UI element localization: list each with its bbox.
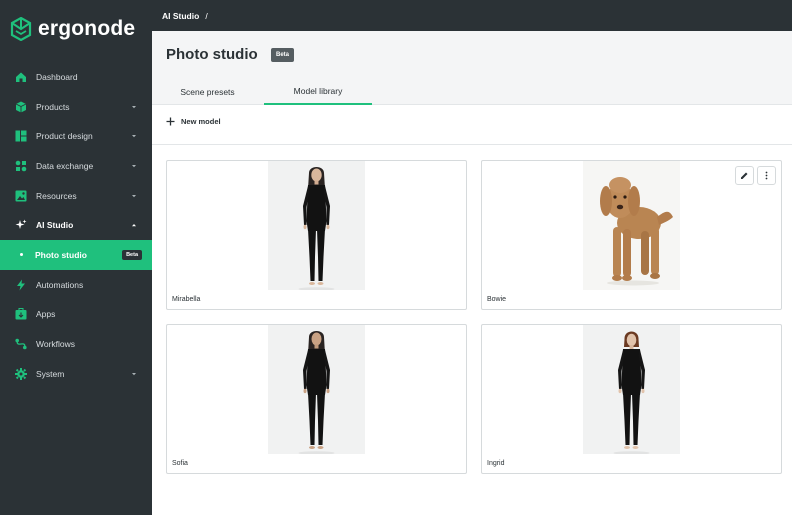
model-card[interactable]: Mirabella [166, 160, 467, 310]
pencil-icon [741, 172, 748, 179]
chevron-down-icon [132, 135, 136, 138]
model-name: Ingrid [487, 460, 505, 467]
sidebar-item-label: Workflows [36, 339, 76, 350]
chevron-up-icon [132, 224, 136, 227]
sidebar-item-automations[interactable]: Automations [0, 270, 152, 300]
sidebar-item-label: System [36, 368, 65, 379]
sidebar-nav: Dashboard Products Product design Data e… [0, 62, 152, 389]
edit-button[interactable] [735, 166, 754, 185]
page-title: Photo studio [166, 46, 258, 63]
sidebar-item-label: AI Studio [36, 220, 74, 231]
page-header: Photo studio Beta Scene presets Model li… [152, 31, 792, 105]
logo-text: ergonode [38, 17, 136, 40]
layout-icon [14, 130, 27, 143]
breadcrumb-ai-studio[interactable]: AI Studio [162, 11, 199, 21]
exchange-icon [14, 159, 27, 172]
sidebar-item-label: Apps [36, 309, 56, 320]
chevron-down-icon [132, 194, 136, 197]
sidebar-item-system[interactable]: System [0, 359, 152, 389]
ergonode-logo-icon [10, 17, 32, 41]
home-icon [14, 70, 27, 83]
sidebar-item-data-exchange[interactable]: Data exchange [0, 151, 152, 181]
sidebar-item-product-design[interactable]: Product design [0, 121, 152, 151]
image-icon [14, 189, 27, 202]
model-photo [268, 325, 365, 454]
sparkle-icon [14, 219, 27, 232]
sidebar: ergonode Dashboard Products Product desi… [0, 0, 152, 515]
chevron-down-icon [132, 105, 136, 108]
model-name: Sofia [172, 460, 188, 467]
sidebar-item-label: Dashboard [36, 71, 78, 82]
model-card[interactable]: Bowie [481, 160, 782, 310]
sidebar-item-label: Product design [36, 131, 93, 142]
toolbar: New model [152, 105, 792, 145]
bolt-icon [14, 278, 27, 291]
model-card[interactable]: Sofia [166, 324, 467, 474]
sidebar-item-photo-studio[interactable]: Photo studio Beta [0, 240, 152, 270]
sidebar-item-label: Products [36, 101, 70, 112]
sidebar-item-label: Automations [36, 279, 84, 290]
beta-badge: Beta [271, 48, 295, 62]
new-model-label: New model [181, 117, 221, 126]
more-options-button[interactable] [757, 166, 776, 185]
card-actions [735, 166, 776, 185]
tab-scene-presets[interactable]: Scene presets [166, 78, 249, 105]
chevron-down-icon [132, 164, 136, 168]
more-vertical-icon [765, 171, 768, 180]
chevron-down-icon [132, 372, 136, 375]
sidebar-item-dashboard[interactable]: Dashboard [0, 62, 152, 92]
apps-icon [14, 308, 27, 321]
logo[interactable]: ergonode [10, 16, 135, 42]
plus-icon [166, 117, 175, 126]
new-model-button[interactable]: New model [166, 117, 221, 126]
app-root: ergonode Dashboard Products Product desi… [0, 0, 792, 515]
model-name: Bowie [487, 296, 507, 303]
model-card[interactable]: Ingrid [481, 324, 782, 474]
model-name: Mirabella [172, 296, 201, 303]
sidebar-item-products[interactable]: Products [0, 92, 152, 122]
sidebar-item-apps[interactable]: Apps [0, 300, 152, 330]
model-photo [268, 161, 365, 290]
sidebar-item-workflows[interactable]: Workflows [0, 329, 152, 359]
sidebar-item-resources[interactable]: Resources [0, 181, 152, 211]
cube-icon [14, 100, 27, 113]
workflow-icon [14, 338, 27, 351]
sidebar-item-ai-studio[interactable]: AI Studio [0, 210, 152, 240]
beta-badge: Beta [122, 249, 142, 260]
bullet-icon [20, 253, 23, 257]
model-photo [583, 325, 680, 454]
breadcrumb-separator: / [205, 10, 208, 21]
sidebar-item-label: Resources [36, 190, 77, 201]
topbar: AI Studio / [152, 0, 792, 31]
gear-icon [14, 367, 27, 380]
sidebar-item-label: Data exchange [36, 160, 94, 171]
tab-model-library[interactable]: Model library [264, 78, 372, 105]
model-photo [583, 161, 680, 290]
sidebar-item-label: Photo studio [35, 249, 87, 260]
